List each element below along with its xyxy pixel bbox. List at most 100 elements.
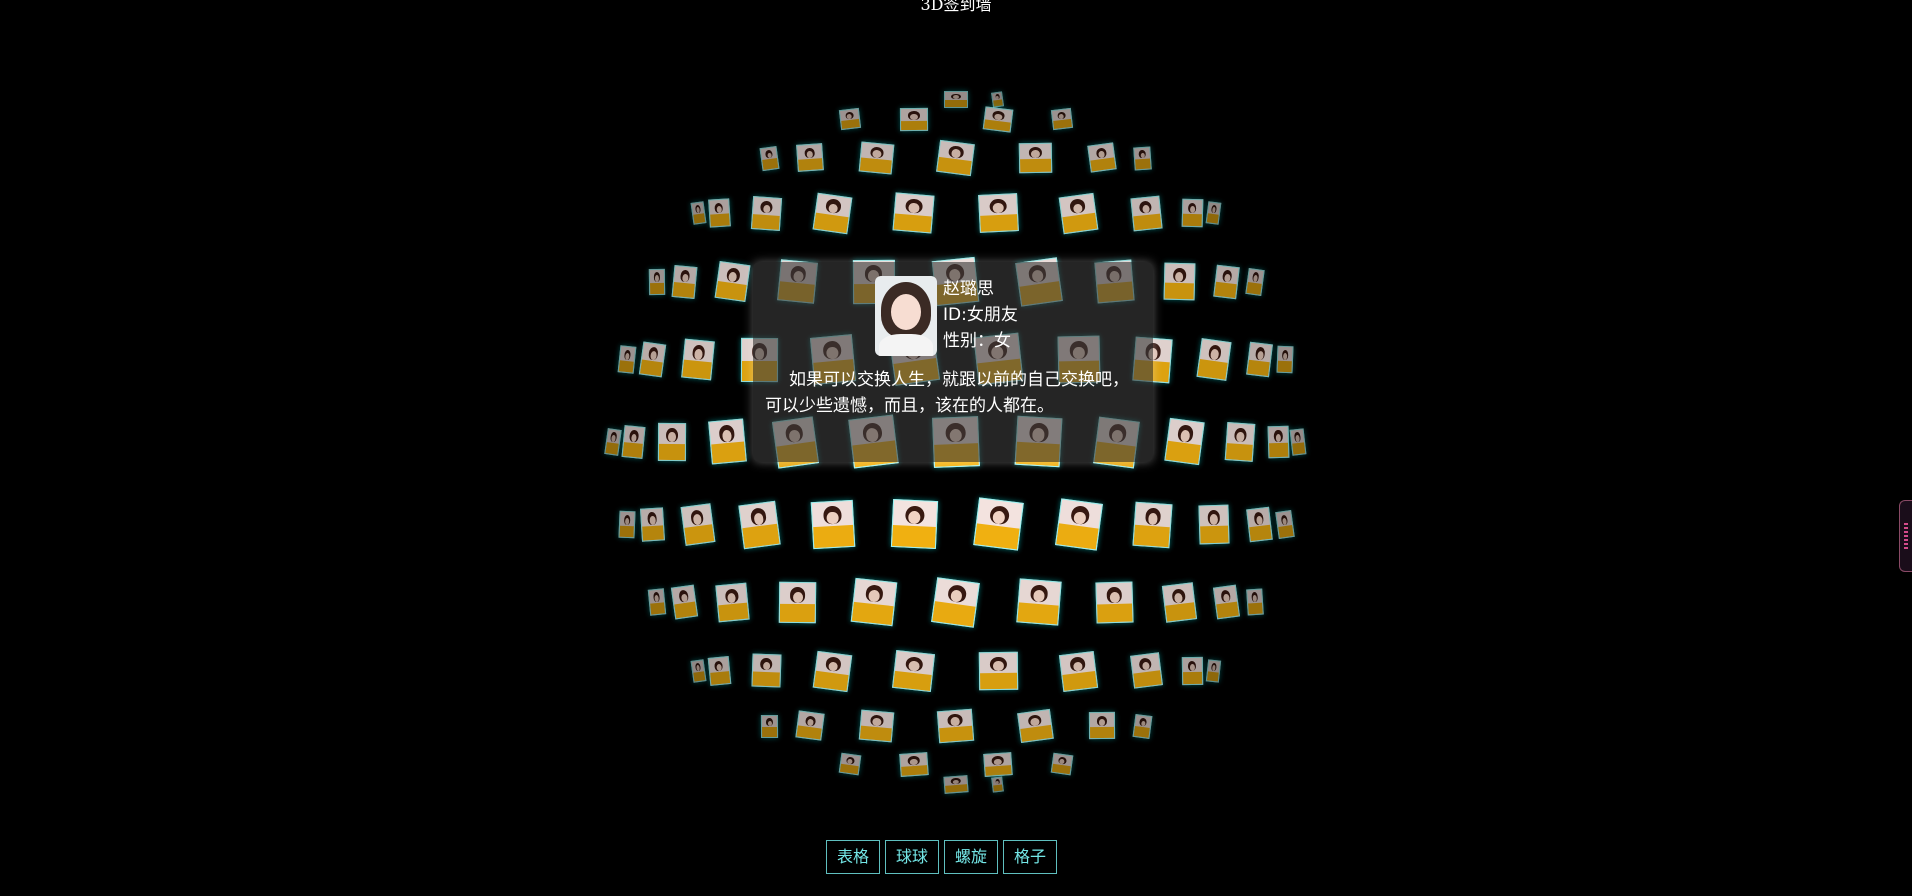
photo-card[interactable] bbox=[604, 428, 623, 456]
photo-card[interactable] bbox=[737, 500, 781, 549]
helix-mode-button[interactable]: 螺旋 bbox=[944, 840, 999, 874]
photo-card[interactable] bbox=[891, 649, 936, 693]
profile-quote: 如果可以交换人生，就跟以前的自己交换吧，可以少些遗憾，而且，该在的人都在。 bbox=[765, 370, 1129, 416]
profile-gender: 性别：女 bbox=[943, 331, 1011, 351]
photo-card[interactable] bbox=[707, 656, 732, 686]
photo-card[interactable] bbox=[1019, 142, 1053, 174]
photo-card[interactable] bbox=[647, 588, 667, 617]
photo-card[interactable] bbox=[899, 751, 930, 778]
photo-card[interactable] bbox=[1275, 509, 1295, 540]
photo-card[interactable] bbox=[1132, 146, 1152, 170]
photo-card[interactable] bbox=[813, 192, 854, 234]
photo-card[interactable] bbox=[990, 91, 1005, 108]
photo-card[interactable] bbox=[707, 418, 747, 466]
photo-card[interactable] bbox=[750, 195, 782, 231]
photo-card[interactable] bbox=[759, 145, 780, 171]
photo-card[interactable] bbox=[795, 710, 825, 742]
photo-card[interactable] bbox=[1205, 201, 1222, 225]
photo-card[interactable] bbox=[1059, 650, 1099, 692]
photo-card[interactable] bbox=[1050, 753, 1074, 776]
photo-card[interactable] bbox=[1087, 142, 1117, 174]
photo-card[interactable] bbox=[1095, 581, 1134, 624]
photo-card[interactable] bbox=[618, 510, 636, 539]
photo-card[interactable] bbox=[1161, 581, 1197, 623]
photo-card[interactable] bbox=[714, 261, 751, 303]
photo-card[interactable] bbox=[1163, 262, 1196, 301]
photo-card[interactable] bbox=[751, 653, 781, 688]
photo-card[interactable] bbox=[640, 507, 666, 542]
photo-card[interactable] bbox=[937, 708, 975, 743]
photo-card[interactable] bbox=[838, 753, 862, 776]
photo-card[interactable] bbox=[1198, 504, 1230, 545]
photo-card[interactable] bbox=[1213, 584, 1242, 620]
photo-card[interactable] bbox=[858, 709, 894, 743]
photo-card[interactable] bbox=[1181, 199, 1204, 228]
photo-card[interactable] bbox=[1196, 338, 1232, 381]
photo-card[interactable] bbox=[715, 582, 750, 623]
photo-card[interactable] bbox=[943, 775, 969, 794]
photo-card[interactable] bbox=[1015, 578, 1061, 626]
photo-card[interactable] bbox=[690, 201, 707, 225]
photo-card[interactable] bbox=[936, 140, 976, 176]
sphere-mode-button[interactable]: 球球 bbox=[885, 840, 940, 874]
photo-card[interactable] bbox=[1129, 652, 1163, 689]
photo-card[interactable] bbox=[690, 659, 707, 683]
photo-card[interactable] bbox=[1088, 712, 1115, 740]
photo-card[interactable] bbox=[1276, 345, 1294, 374]
photo-card[interactable] bbox=[931, 577, 981, 628]
photo-card[interactable] bbox=[1205, 659, 1222, 683]
photo-card[interactable] bbox=[1181, 656, 1204, 685]
photo-card[interactable] bbox=[657, 422, 687, 462]
photo-card[interactable] bbox=[813, 650, 853, 692]
photo-card[interactable] bbox=[1132, 501, 1173, 548]
photo-card[interactable] bbox=[1267, 425, 1290, 459]
photo-card[interactable] bbox=[972, 497, 1024, 552]
photo-card[interactable] bbox=[982, 751, 1013, 778]
photo-card[interactable] bbox=[1289, 428, 1308, 456]
photo-card[interactable] bbox=[1132, 713, 1153, 739]
photo-card[interactable] bbox=[1213, 264, 1241, 299]
photo-card[interactable] bbox=[1224, 421, 1256, 462]
photo-card[interactable] bbox=[978, 193, 1019, 234]
side-drawer-handle[interactable] bbox=[1899, 500, 1912, 572]
photo-card[interactable] bbox=[978, 651, 1019, 691]
photo-card[interactable] bbox=[1164, 418, 1206, 466]
photo-card[interactable] bbox=[671, 264, 698, 299]
photo-card[interactable] bbox=[621, 424, 646, 460]
photo-card[interactable] bbox=[839, 108, 861, 131]
grip-icon bbox=[1904, 523, 1908, 551]
photo-card[interactable] bbox=[1130, 195, 1162, 231]
photo-card[interactable] bbox=[1246, 588, 1264, 616]
photo-card[interactable] bbox=[858, 141, 894, 175]
photo-card[interactable] bbox=[639, 341, 667, 378]
photo-card[interactable] bbox=[760, 714, 779, 738]
photo-card[interactable] bbox=[850, 578, 897, 627]
photo-card[interactable] bbox=[810, 500, 856, 550]
grid-mode-button[interactable]: 格子 bbox=[1003, 840, 1058, 874]
photo-card[interactable] bbox=[648, 268, 666, 295]
profile-id: ID:女朋友 bbox=[943, 305, 1018, 325]
photo-card[interactable] bbox=[1058, 192, 1099, 234]
photo-card[interactable] bbox=[796, 143, 825, 173]
photo-card[interactable] bbox=[890, 499, 938, 550]
photo-card[interactable] bbox=[680, 503, 716, 546]
table-mode-button[interactable]: 表格 bbox=[826, 840, 881, 874]
photo-card[interactable] bbox=[1245, 341, 1273, 378]
photo-card[interactable] bbox=[892, 192, 935, 235]
photo-card[interactable] bbox=[1055, 498, 1104, 551]
photo-card[interactable] bbox=[1245, 267, 1265, 296]
photo-card[interactable] bbox=[944, 91, 968, 108]
photo-card[interactable] bbox=[991, 776, 1005, 793]
photo-card[interactable] bbox=[1017, 708, 1054, 744]
photo-card[interactable] bbox=[1051, 108, 1073, 131]
photo-card[interactable] bbox=[617, 345, 637, 374]
photo-card[interactable] bbox=[899, 107, 929, 132]
profile-tooltip: 赵璐思 ID:女朋友 性别：女 如果可以交换人生，就跟以前的自己交换吧，可以少些… bbox=[753, 262, 1153, 462]
photo-card[interactable] bbox=[1245, 506, 1273, 543]
photo-card[interactable] bbox=[708, 198, 731, 228]
photo-card[interactable] bbox=[778, 581, 817, 624]
photo-card[interactable] bbox=[680, 338, 715, 381]
photo-card[interactable] bbox=[982, 106, 1014, 133]
sign-in-wall-page: 3D签到墙 赵璐思 ID:女朋友 性别：女 如果可以交换人生，就跟以前的自己交换… bbox=[0, 0, 1912, 896]
photo-card[interactable] bbox=[670, 584, 699, 620]
